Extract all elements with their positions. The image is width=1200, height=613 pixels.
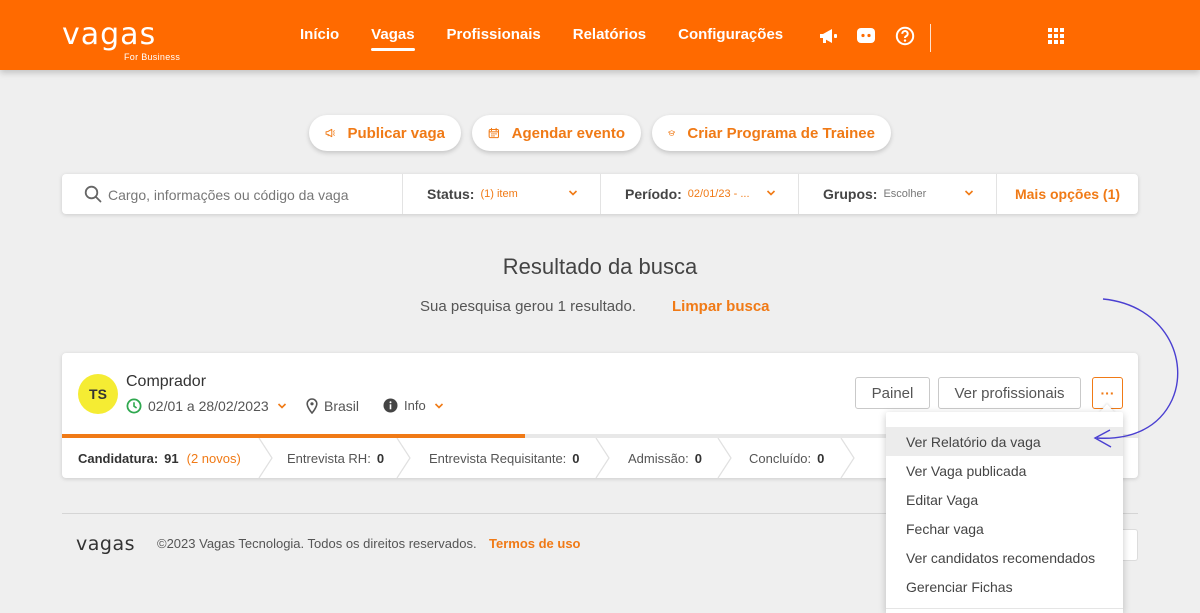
stage-entrevista-requisitante[interactable]: Entrevista Requisitante: 0 [429, 438, 580, 478]
create-trainee-program-label: Criar Programa de Trainee [687, 124, 875, 142]
footer-copyright: ©2023 Vagas Tecnologia. Todos os direito… [157, 536, 477, 551]
stage-label: Concluído: [749, 450, 812, 466]
clock-icon [126, 398, 142, 414]
stage-count: 0 [376, 450, 385, 466]
stage-divider [396, 438, 411, 478]
vacancy-info-text: Info [404, 398, 426, 413]
header-divider [930, 24, 931, 52]
groups-filter-value: Escolher [883, 188, 927, 200]
vacancy-period-text: 02/01 a 28/02/2023 [148, 398, 269, 414]
nav-vagas[interactable]: Vagas [371, 0, 415, 70]
nav-configuracoes[interactable]: Configurações [678, 0, 783, 70]
vacancy-location-text: Brasil [324, 398, 360, 414]
logo-wordmark: vagas [62, 17, 157, 52]
menu-item-candidatos-recomendados[interactable]: Ver candidatos recomendados [886, 543, 1123, 572]
search-filter-bar: Status: (1) item Período: 02/01/23 - ...… [62, 174, 1138, 214]
stage-label: Entrevista Requisitante: [429, 450, 567, 466]
stage-count: 0 [817, 450, 825, 466]
menu-item-ver-relatorio[interactable]: Ver Relatório da vaga [886, 427, 1123, 456]
graduation-cap-icon [668, 130, 676, 136]
publish-job-button[interactable]: Publicar vaga [309, 115, 461, 151]
stage-count: 0 [694, 450, 702, 466]
stage-entrevista-rh[interactable]: Entrevista RH: 0 [287, 438, 384, 478]
stage-label: Admissão: [628, 450, 689, 466]
stage-candidatura[interactable]: Candidatura: 91 (2 novos) [78, 438, 241, 478]
nav-inicio[interactable]: Início [300, 0, 339, 70]
groups-filter[interactable]: Grupos: Escolher [798, 174, 996, 214]
status-filter-value: (1) item [480, 188, 518, 200]
view-professionals-button[interactable]: Ver profissionais [938, 377, 1081, 409]
stage-admissao[interactable]: Admissão: 0 [628, 438, 702, 478]
period-filter[interactable]: Período: 02/01/23 - ... [600, 174, 798, 214]
top-navigation-bar: vagas For Business Início Vagas Profissi… [0, 0, 1200, 70]
search-input[interactable] [108, 184, 408, 206]
period-filter-label: Período: [625, 186, 682, 202]
vacancy-info-toggle[interactable]: Info [383, 398, 450, 413]
stage-label: Entrevista RH: [287, 450, 371, 466]
create-trainee-program-button[interactable]: Criar Programa de Trainee [652, 115, 891, 151]
stage-divider [258, 438, 273, 478]
panel-button[interactable]: Painel [855, 377, 930, 409]
terms-of-use-link[interactable]: Termos de uso [489, 536, 581, 551]
vacancy-title[interactable]: Comprador [126, 373, 206, 391]
status-filter-label: Status: [427, 186, 475, 202]
groups-filter-label: Grupos: [823, 186, 878, 202]
megaphone-icon[interactable] [818, 27, 838, 45]
menu-divider [886, 608, 1123, 609]
stage-label: Candidatura: [78, 450, 159, 466]
menu-item-editar-vaga[interactable]: Editar Vaga [886, 485, 1123, 514]
vagas-logo[interactable]: vagas For Business [62, 17, 180, 63]
period-filter-value: 02/01/23 - ... [687, 188, 750, 200]
publish-job-label: Publicar vaga [347, 124, 445, 142]
results-summary: Sua pesquisa gerou 1 resultado. [420, 298, 636, 315]
stage-new-count: (2 novos) [186, 450, 241, 466]
megaphone-icon [325, 128, 336, 138]
vacancy-location: Brasil [306, 398, 359, 414]
more-options-button[interactable]: Mais opções (1) [996, 174, 1138, 214]
chevron-down-icon [964, 190, 974, 196]
stage-count: 91 [164, 450, 179, 466]
chevron-down-icon [434, 402, 443, 409]
schedule-event-label: Agendar evento [511, 124, 625, 142]
stage-concluido[interactable]: Concluído: 0 [749, 438, 824, 478]
status-filter[interactable]: Status: (1) item [402, 174, 600, 214]
chevron-down-icon [277, 403, 286, 409]
stage-divider [717, 438, 732, 478]
chevron-down-icon [766, 190, 776, 196]
stage-divider [595, 438, 610, 478]
nav-relatorios[interactable]: Relatórios [573, 0, 646, 70]
help-icon[interactable] [895, 26, 915, 46]
menu-item-ver-vaga-publicada[interactable]: Ver Vaga publicada [886, 456, 1123, 485]
location-pin-icon [306, 398, 318, 414]
apps-grid-icon[interactable] [1046, 27, 1066, 45]
search-icon [84, 185, 102, 203]
nav-profissionais[interactable]: Profissionais [447, 0, 541, 70]
stage-count: 0 [572, 450, 580, 466]
footer-logo: vagas [76, 533, 135, 555]
chevron-down-icon [568, 190, 578, 196]
info-icon [383, 398, 398, 413]
calendar-icon [488, 127, 500, 139]
schedule-event-button[interactable]: Agendar evento [472, 115, 641, 151]
clear-search-link[interactable]: Limpar busca [672, 298, 770, 315]
results-title: Resultado da busca [502, 254, 698, 279]
more-actions-menu: Ver Relatório da vaga Ver Vaga publicada… [886, 412, 1123, 613]
avatar: TS [78, 374, 118, 414]
menu-item-gerenciar-fichas[interactable]: Gerenciar Fichas [886, 572, 1123, 601]
logo-subtitle: For Business [124, 52, 181, 62]
menu-item-fechar-vaga[interactable]: Fechar vaga [886, 514, 1123, 543]
stage-divider [840, 438, 855, 478]
vacancy-period[interactable]: 02/01 a 28/02/2023 [126, 398, 293, 414]
chat-icon[interactable] [856, 27, 876, 45]
main-nav: Início Vagas Profissionais Relatórios Co… [300, 0, 815, 70]
